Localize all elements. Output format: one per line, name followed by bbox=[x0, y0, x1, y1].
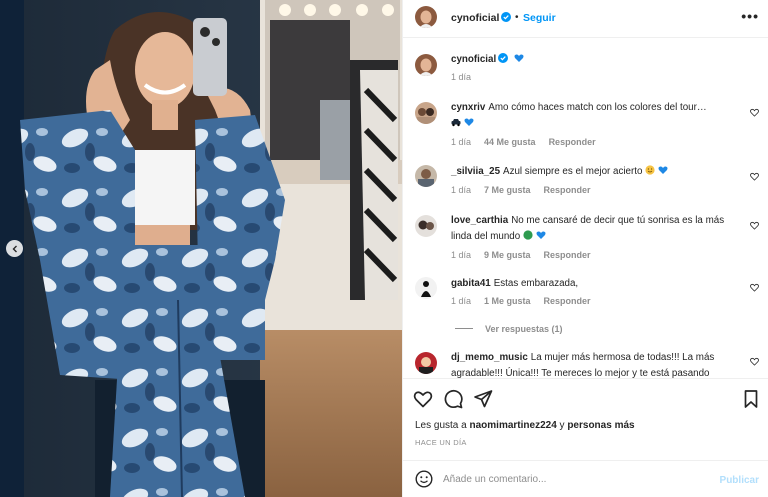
comment-meta: 1 día 44 Me gusta Responder bbox=[451, 137, 609, 147]
chevron-left-icon bbox=[12, 245, 17, 252]
like-comment-icon[interactable] bbox=[750, 221, 759, 230]
comment-meta: 1 día 9 Me gusta Responder bbox=[451, 250, 604, 260]
comment-text: gabita41 Estas embarazada, bbox=[451, 276, 736, 292]
author-username-text: cynoficial bbox=[451, 12, 500, 24]
comment-username[interactable]: _silviia_25 bbox=[451, 166, 500, 177]
comment-body: Estas embarazada, bbox=[493, 278, 579, 289]
like-comment-icon[interactable] bbox=[750, 108, 759, 117]
comment-text: cynxriv Amo cómo haces match con los colo… bbox=[451, 100, 736, 132]
publish-button[interactable]: Publicar bbox=[720, 475, 759, 486]
comment-text: dj_memo_music La mujer más hermosa de tod… bbox=[451, 350, 736, 378]
comment-likes[interactable]: 44 Me gusta bbox=[484, 137, 536, 147]
photo-illustration bbox=[0, 0, 402, 497]
share-send-icon[interactable] bbox=[473, 389, 493, 409]
caption-text: cynoficial bbox=[451, 52, 736, 68]
author-username[interactable]: cynoficial bbox=[451, 12, 512, 24]
comment-bubble-icon[interactable] bbox=[443, 389, 463, 409]
car-icon bbox=[451, 119, 461, 127]
caption-username[interactable]: cynoficial bbox=[451, 53, 509, 65]
comment-avatar-image bbox=[415, 165, 437, 187]
post-actions bbox=[403, 378, 768, 418]
comment-avatar-image bbox=[415, 102, 437, 124]
caption-avatar[interactable] bbox=[415, 54, 437, 76]
post-side-panel: cynoficial • Seguir ••• cynoficial 1 día bbox=[402, 0, 768, 497]
likes-prefix: Les gusta a bbox=[415, 420, 467, 431]
comment-avatar-image bbox=[415, 215, 437, 237]
replies-divider bbox=[455, 328, 473, 329]
comment-avatar[interactable] bbox=[415, 352, 437, 374]
verified-badge-icon bbox=[498, 53, 509, 63]
post-timestamp: HACE UN DÍA bbox=[415, 438, 467, 447]
comments-list[interactable]: cynoficial 1 día cynxriv Amo cómo haces m… bbox=[403, 38, 768, 378]
comment-meta: 1 día 7 Me gusta Responder bbox=[451, 185, 604, 195]
author-avatar[interactable] bbox=[415, 6, 437, 28]
comment-time: 1 día bbox=[451, 185, 472, 195]
view-replies-button[interactable]: Ver respuestas (1) bbox=[455, 324, 563, 334]
comment-likes[interactable]: 7 Me gusta bbox=[484, 185, 531, 195]
comment-avatar[interactable] bbox=[415, 102, 437, 124]
like-heart-icon[interactable] bbox=[413, 389, 433, 409]
add-comment-bar: Publicar bbox=[403, 460, 768, 497]
likes-summary: Les gusta a naomimartinez224 y personas … bbox=[415, 420, 635, 431]
comment-time: 1 día bbox=[451, 250, 472, 260]
comment-likes[interactable]: 1 Me gusta bbox=[484, 296, 531, 306]
reply-button[interactable]: Responder bbox=[544, 250, 591, 260]
verified-badge-icon bbox=[501, 12, 512, 22]
comment-meta: 1 día 1 Me gusta Responder bbox=[451, 296, 604, 306]
comment-avatar-image bbox=[415, 277, 437, 299]
comment-username[interactable]: love_carthia bbox=[451, 215, 508, 226]
likes-middle: y bbox=[559, 420, 565, 431]
comment-body: Azul siempre es el mejor acierto bbox=[503, 166, 643, 177]
author-avatar-image bbox=[415, 6, 437, 28]
separator-dot: • bbox=[515, 12, 519, 23]
more-options-icon[interactable]: ••• bbox=[741, 8, 759, 24]
comment-likes[interactable]: 9 Me gusta bbox=[484, 250, 531, 260]
likes-user-link[interactable]: naomimartinez224 bbox=[470, 420, 557, 431]
add-comment-input[interactable] bbox=[443, 470, 703, 488]
reply-button[interactable]: Responder bbox=[544, 296, 591, 306]
blue-heart-icon bbox=[658, 166, 668, 174]
follow-button[interactable]: Seguir bbox=[523, 12, 556, 24]
caption-avatar-image bbox=[415, 54, 437, 76]
green-circle-icon bbox=[523, 230, 533, 240]
like-comment-icon[interactable] bbox=[750, 172, 759, 181]
post-photo[interactable] bbox=[0, 0, 402, 497]
likes-others-link[interactable]: personas más bbox=[567, 420, 634, 431]
comment-username[interactable]: dj_memo_music bbox=[451, 352, 528, 363]
caption-username-text: cynoficial bbox=[451, 54, 497, 65]
comment-time: 1 día bbox=[451, 296, 472, 306]
comment-text: love_carthia No me cansaré de decir que t… bbox=[451, 213, 736, 245]
reply-button[interactable]: Responder bbox=[544, 185, 591, 195]
blue-heart-icon bbox=[464, 118, 474, 126]
comment-avatar[interactable] bbox=[415, 277, 437, 299]
view-replies-label: Ver respuestas (1) bbox=[485, 324, 563, 334]
comment-avatar-image bbox=[415, 352, 437, 374]
comment-text: _silviia_25 Azul siempre es el mejor acie… bbox=[451, 164, 736, 180]
comment-avatar[interactable] bbox=[415, 215, 437, 237]
like-comment-icon[interactable] bbox=[750, 283, 759, 292]
post-header: cynoficial • Seguir ••• bbox=[403, 0, 768, 38]
caption-meta: 1 día bbox=[451, 72, 484, 82]
comment-avatar[interactable] bbox=[415, 165, 437, 187]
caption-time: 1 día bbox=[451, 72, 472, 82]
carousel-prev-button[interactable] bbox=[6, 240, 23, 257]
blue-heart-icon bbox=[514, 54, 524, 62]
save-bookmark-icon[interactable] bbox=[741, 389, 761, 409]
comment-body: Amo cómo haces match con los colores del… bbox=[488, 102, 707, 113]
reply-button[interactable]: Responder bbox=[549, 137, 596, 147]
smiling-face-icon bbox=[645, 165, 655, 175]
comment-time: 1 día bbox=[451, 137, 472, 147]
blue-heart-icon bbox=[536, 231, 546, 239]
like-comment-icon[interactable] bbox=[750, 357, 759, 366]
emoji-picker-icon[interactable] bbox=[415, 470, 433, 488]
comment-username[interactable]: gabita41 bbox=[451, 278, 491, 289]
comment-username[interactable]: cynxriv bbox=[451, 102, 485, 113]
